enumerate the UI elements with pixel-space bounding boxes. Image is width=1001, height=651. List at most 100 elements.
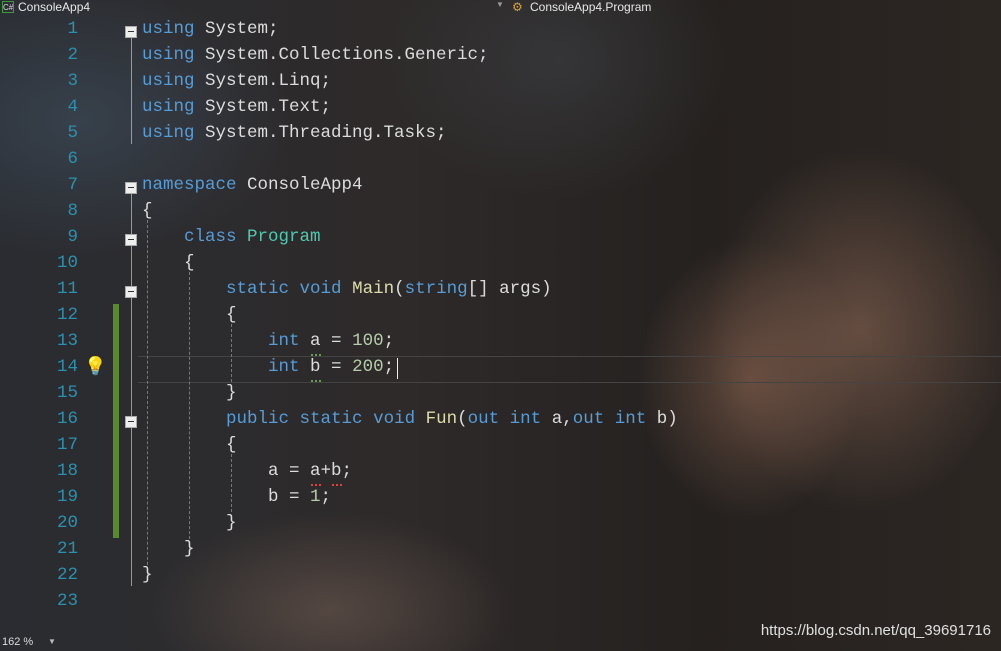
code-token: int <box>509 409 542 429</box>
code-token: int <box>268 357 300 377</box>
code-token: { <box>142 305 237 325</box>
code-line[interactable]: using System.Threading.Tasks; <box>142 123 447 143</box>
code-line[interactable]: } <box>142 513 237 533</box>
code-token: 1 <box>310 487 321 507</box>
code-line[interactable]: using System; <box>142 19 279 39</box>
code-token: Fun <box>425 409 458 429</box>
watermark: https://blog.csdn.net/qq_39691716 <box>760 622 991 639</box>
fold-toggle[interactable] <box>125 234 137 246</box>
code-token: System.Threading.Tasks; <box>194 123 447 143</box>
code-token: a = a+b; <box>142 461 353 481</box>
code-token: Main <box>352 279 395 299</box>
code-line[interactable]: using System.Text; <box>142 97 331 117</box>
code-token: void <box>299 279 342 299</box>
code-token: { <box>142 253 195 273</box>
code-token: Program <box>247 227 321 247</box>
line-number: 12 <box>56 305 78 325</box>
code-token: public <box>226 409 290 429</box>
fold-toggle[interactable] <box>125 26 137 38</box>
member-dropdown[interactable]: ConsoleApp4.Program <box>530 0 651 14</box>
code-token: } <box>142 565 153 585</box>
code-token: using <box>142 71 195 91</box>
class-icon: ⚙ <box>512 0 523 14</box>
line-number: 6 <box>67 149 78 169</box>
chevron-down-icon[interactable]: ▼ <box>496 0 504 9</box>
squiggle-marker <box>311 376 321 382</box>
line-number: 19 <box>56 487 78 507</box>
code-line[interactable]: { <box>142 201 153 221</box>
code-token: b = <box>299 357 353 377</box>
code-line[interactable]: int a = 100; <box>142 331 394 351</box>
zoom-level[interactable]: 162 % <box>2 636 33 648</box>
code-line[interactable]: a = a+b; <box>142 461 352 481</box>
code-line[interactable]: } <box>142 539 195 559</box>
code-token: System.Text; <box>194 97 332 117</box>
code-token: ; <box>383 357 395 377</box>
code-token: static <box>226 279 290 299</box>
line-number: 1 <box>67 19 78 39</box>
line-number: 9 <box>67 227 78 247</box>
code-line[interactable]: { <box>142 305 237 325</box>
code-line[interactable]: using System.Linq; <box>142 71 331 91</box>
line-number: 3 <box>67 71 78 91</box>
code-line[interactable]: } <box>142 383 237 403</box>
line-number: 2 <box>67 45 78 65</box>
code-token: 200 <box>352 357 384 377</box>
code-token: [] args) <box>467 279 552 299</box>
text-caret <box>397 358 398 379</box>
code-token: } <box>142 513 237 533</box>
line-number: 5 <box>67 123 78 143</box>
line-number: 7 <box>67 175 78 195</box>
code-line[interactable]: { <box>142 435 237 455</box>
fold-toggle[interactable] <box>125 182 137 194</box>
code-line[interactable]: namespace ConsoleApp4 <box>142 175 363 195</box>
code-token: ; <box>320 487 332 507</box>
lightbulb-icon[interactable]: 💡 <box>84 356 106 378</box>
code-token: ( <box>394 279 405 299</box>
line-number: 4 <box>67 97 78 117</box>
line-number: 11 <box>56 279 78 299</box>
code-token: int <box>614 409 647 429</box>
code-token: static <box>299 409 363 429</box>
code-token: { <box>142 201 153 221</box>
navigation-bar: C# ConsoleApp4 ▼ ⚙ ConsoleApp4.Program <box>0 0 1001 16</box>
line-number: 10 <box>56 253 78 273</box>
code-line[interactable]: { <box>142 253 195 273</box>
line-number: 22 <box>56 565 78 585</box>
fold-toggle[interactable] <box>125 416 137 428</box>
code-line[interactable]: public static void Fun(out int a,out int… <box>142 409 678 429</box>
line-number: 13 <box>56 331 78 351</box>
code-line[interactable]: int b = 200; <box>142 357 394 377</box>
squiggle-marker <box>311 350 321 356</box>
code-line[interactable]: using System.Collections.Generic; <box>142 45 489 65</box>
fold-guide <box>131 194 132 586</box>
code-token: System; <box>194 19 279 39</box>
squiggle-marker <box>311 480 321 486</box>
code-line[interactable]: } <box>142 565 153 585</box>
chevron-down-icon[interactable]: ▼ <box>48 637 56 646</box>
code-token: using <box>142 97 195 117</box>
project-dropdown[interactable]: ConsoleApp4 <box>18 0 90 14</box>
code-token: out <box>572 409 605 429</box>
code-token: System.Collections.Generic; <box>194 45 489 65</box>
code-line[interactable]: static void Main(string[] args) <box>142 279 552 299</box>
code-line[interactable]: b = 1; <box>142 487 331 507</box>
line-number: 8 <box>67 201 78 221</box>
code-token: 100 <box>352 331 384 351</box>
line-number: 15 <box>56 383 78 403</box>
fold-toggle[interactable] <box>125 286 137 298</box>
code-token: ; <box>383 331 395 351</box>
code-line[interactable]: class Program <box>142 227 321 247</box>
line-number: 23 <box>56 591 78 611</box>
